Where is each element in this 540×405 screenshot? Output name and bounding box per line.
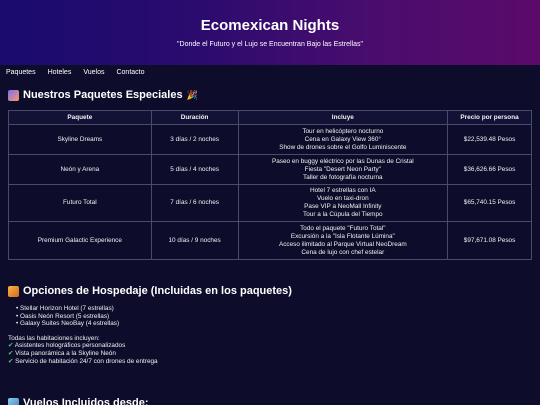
airplane-icon bbox=[8, 397, 19, 405]
nav-item-contacto[interactable]: Contacto bbox=[116, 69, 144, 76]
main-nav: Paquetes Hoteles Vuelos Contacto bbox=[0, 65, 540, 79]
amenity-text: Asistentes holográficos personalizados bbox=[14, 342, 126, 350]
site-title: Ecomexican Nights bbox=[200, 17, 340, 34]
rocket-icon bbox=[8, 89, 19, 101]
header-incluye: Incluye bbox=[237, 110, 449, 125]
package-price: $65,740.15 Pesos bbox=[447, 184, 532, 222]
package-name: Neón y Arena bbox=[8, 154, 152, 185]
package-duration: 5 días / 4 noches bbox=[150, 154, 239, 185]
header-duracion: Duración bbox=[150, 110, 239, 125]
hotel-icon bbox=[8, 285, 19, 297]
include-item: Tour en helicóptero nocturno bbox=[302, 127, 384, 135]
include-item: Cena en Galaxy View 360° bbox=[304, 135, 381, 143]
include-item: Cena de lujo con chef estelar bbox=[301, 248, 385, 256]
hero-banner: Ecomexican Nights "Donde el Futuro y el … bbox=[0, 0, 540, 65]
check-mark-icon: ✔ bbox=[8, 349, 14, 357]
table-row: Neón y Arena 5 días / 4 noches Paseo en … bbox=[8, 154, 532, 185]
packages-table: Paquete Duración Incluye Precio por pers… bbox=[8, 110, 532, 260]
lodging-heading: Opciones de Hospedaje (Incluidas en los … bbox=[8, 285, 292, 297]
site-tagline: "Donde el Futuro y el Lujo se Encuentran… bbox=[177, 41, 363, 48]
package-includes: Paseo en buggy eléctrico por las Dunas d… bbox=[237, 154, 449, 185]
package-name: Skyline Dreams bbox=[8, 124, 152, 155]
include-item: Paseo en buggy eléctrico por las Dunas d… bbox=[271, 157, 414, 165]
package-name: Futuro Total bbox=[8, 184, 152, 222]
package-duration: 7 días / 6 noches bbox=[150, 184, 239, 222]
check-mark-icon: ✔ bbox=[8, 357, 14, 365]
lodging-heading-text: Opciones de Hospedaje (Incluidas en los … bbox=[23, 285, 292, 297]
amenity-item: ✔ Servicio de habitación 24/7 con drones… bbox=[8, 358, 158, 366]
nav-item-vuelos[interactable]: Vuelos bbox=[83, 69, 104, 76]
table-row: Premium Galactic Experience 10 días / 9 … bbox=[8, 221, 532, 260]
include-item: Excursión a la "Isla Flotante Lúmina" bbox=[290, 232, 395, 240]
amenity-item: ✔ Vista panorámica a la Skyline Neón bbox=[8, 350, 158, 358]
packages-heading: Nuestros Paquetes Especiales 🎉 bbox=[8, 89, 198, 101]
lodging-content: Stellar Horizon Hotel (7 estrellas) Oasi… bbox=[8, 305, 158, 365]
include-item: Todo el paquete "Futuro Total" bbox=[300, 224, 386, 232]
flights-heading-text: Vuelos Incluidos desde: bbox=[23, 397, 149, 405]
package-name: Premium Galactic Experience bbox=[8, 221, 152, 260]
package-duration: 10 días / 9 noches bbox=[150, 221, 239, 260]
table-header-row: Paquete Duración Incluye Precio por pers… bbox=[8, 110, 532, 125]
header-paquete: Paquete bbox=[8, 110, 152, 125]
list-item: Oasis Neón Resort (5 estrellas) bbox=[16, 313, 158, 321]
include-item: Vuelo en taxi-dron bbox=[317, 195, 369, 202]
packages-heading-text: Nuestros Paquetes Especiales bbox=[23, 89, 183, 101]
package-includes: Hotel 7 estrellas con IA Vuelo en taxi-d… bbox=[237, 184, 449, 222]
table-row: Skyline Dreams 3 días / 2 noches Tour en… bbox=[8, 124, 532, 155]
include-item: Taller de fotografía nocturna bbox=[303, 173, 383, 181]
nav-item-paquetes[interactable]: Paquetes bbox=[6, 69, 36, 76]
include-item: Show de drones sobre el Golfo Luminiscen… bbox=[279, 143, 407, 151]
table-row: Futuro Total 7 días / 6 noches Hotel 7 e… bbox=[8, 184, 532, 222]
include-item: Fiesta "Desert Neon Party" bbox=[304, 165, 381, 173]
package-includes: Tour en helicóptero nocturno Cena en Gal… bbox=[237, 124, 449, 155]
hotel-list: Stellar Horizon Hotel (7 estrellas) Oasi… bbox=[16, 305, 158, 328]
amenity-text: Servicio de habitación 24/7 con drones d… bbox=[15, 357, 158, 365]
include-item: Tour a la Cúpula del Tiempo bbox=[303, 211, 383, 218]
package-duration: 3 días / 2 noches bbox=[150, 124, 239, 155]
package-price: $22,539.48 Pesos bbox=[447, 124, 532, 155]
amenities-intro: Todas las habitaciones incluyen: bbox=[8, 334, 100, 342]
header-precio: Precio por persona bbox=[447, 110, 532, 125]
amenity-item: ✔ Asistentes holográficos personalizados bbox=[8, 342, 158, 350]
include-item: Pase VIP a NeoMall Infinity bbox=[304, 203, 382, 210]
package-price: $36,626.66 Pesos bbox=[447, 154, 532, 185]
list-item: Galaxy Suites NeoBay (4 estrellas) bbox=[16, 320, 158, 328]
include-item: Hotel 7 estrellas con IA bbox=[309, 187, 376, 194]
list-item: Stellar Horizon Hotel (7 estrellas) bbox=[16, 305, 158, 313]
amenity-text: Vista panorámica a la Skyline Neón bbox=[15, 349, 116, 357]
flights-heading: Vuelos Incluidos desde: bbox=[8, 397, 149, 405]
nav-item-hoteles[interactable]: Hoteles bbox=[48, 69, 72, 76]
package-price: $97,671.08 Pesos bbox=[447, 221, 532, 260]
party-popper-icon: 🎉 bbox=[186, 89, 198, 100]
include-item: Acceso ilimitado al Parque Virtual NeoDr… bbox=[278, 240, 407, 248]
package-includes: Todo el paquete "Futuro Total" Excursión… bbox=[237, 221, 449, 260]
check-mark-icon: ✔ bbox=[8, 342, 14, 350]
